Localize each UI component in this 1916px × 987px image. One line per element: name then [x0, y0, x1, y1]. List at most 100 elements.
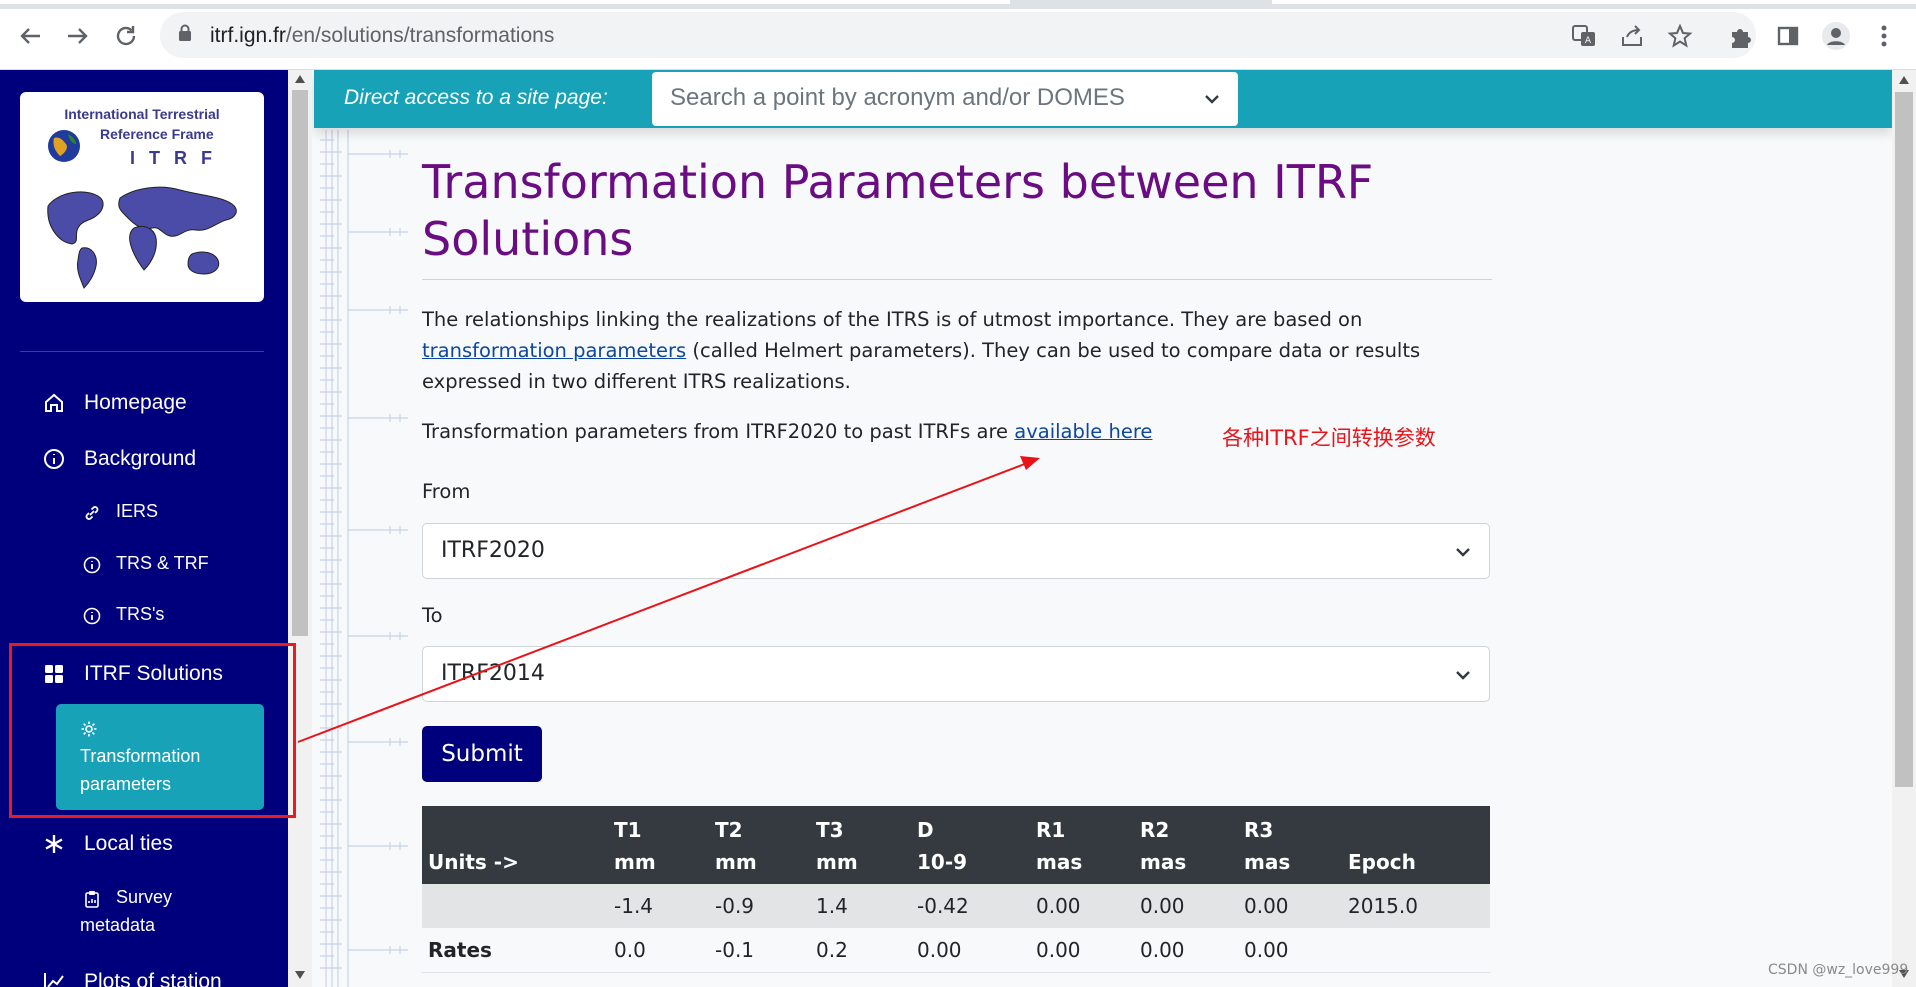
- transformation-parameters-link[interactable]: transformation parameters: [422, 339, 686, 362]
- sidepanel-icon[interactable]: [1772, 20, 1804, 52]
- scroll-up-icon[interactable]: [1899, 76, 1909, 84]
- site-search-select[interactable]: Search a point by acronym and/or DOMES: [652, 72, 1238, 126]
- world-map-icon: [47, 186, 237, 289]
- table-cell: 0.0: [608, 928, 709, 973]
- itrf2020-paragraph: Transformation parameters from ITRF2020 …: [422, 416, 1152, 447]
- col-header-units: Units ->: [422, 806, 608, 884]
- intro-paragraph: The relationships linking the realizatio…: [422, 304, 1492, 397]
- url-path: /en/solutions/transformations: [285, 24, 555, 47]
- scrollbar-thumb[interactable]: [1895, 92, 1913, 787]
- itrf-logo[interactable]: International Terrestrial Reference Fram…: [20, 92, 264, 302]
- table-cell: 1.4: [810, 884, 911, 928]
- url-host: itrf.ign.fr: [210, 24, 286, 47]
- table-header-row: Units -> T1 mm T2 mm T3 mm D 10-9 R1 mas R2 ma…: [422, 806, 1490, 884]
- table-cell: [1342, 928, 1490, 973]
- transformation-table: Units -> T1 mm T2 mm T3 mm D 10-9 R1 mas R2 ma…: [422, 806, 1490, 973]
- chevron-down-icon: [1456, 548, 1470, 557]
- sidebar: International Terrestrial Reference Fram…: [0, 70, 288, 987]
- table-cell: 0.00: [1238, 928, 1342, 973]
- col-header-t3: T3 mm: [810, 806, 911, 884]
- col-header-r3: R3 mas: [1238, 806, 1342, 884]
- from-select-value: ITRF2020: [441, 538, 545, 563]
- table-cell: -0.42: [911, 884, 1030, 928]
- back-icon[interactable]: [14, 20, 46, 52]
- from-select[interactable]: ITRF2020: [422, 523, 1490, 579]
- tab[interactable]: [1010, 0, 1270, 4]
- submit-button[interactable]: Submit: [422, 726, 542, 782]
- svg-text:A: A: [1585, 36, 1592, 46]
- direct-access-label: Direct access to a site page:: [344, 86, 608, 109]
- col-header-r1: R1 mas: [1030, 806, 1134, 884]
- table-row: Rates 0.0 -0.1 0.2 0.00 0.00 0.00 0.00: [422, 928, 1490, 973]
- scroll-up-icon[interactable]: [295, 75, 305, 83]
- translate-icon[interactable]: A: [1571, 23, 1597, 49]
- sidebar-divider: [20, 351, 264, 352]
- asterisk-icon: [42, 832, 66, 856]
- table-cell: 0.00: [1134, 928, 1238, 973]
- sidebar-item-label: Background: [84, 447, 197, 470]
- available-here-link[interactable]: available here: [1014, 420, 1152, 443]
- itrf2020-text: Transformation parameters from ITRF2020 …: [422, 420, 1015, 443]
- info-icon: [80, 553, 104, 577]
- sidebar-item-label: Homepage: [84, 391, 187, 414]
- browser-toolbar: itrf.ign.fr/en/solutions/transformations…: [0, 0, 1916, 70]
- chart-icon: [42, 970, 66, 987]
- intro-text: The relationships linking the realizatio…: [422, 308, 1363, 331]
- page-scrollbar[interactable]: [1892, 70, 1916, 987]
- active-tab[interactable]: [0, 0, 1010, 4]
- to-label: To: [422, 604, 443, 627]
- logo-line1: International Terrestrial: [64, 106, 220, 122]
- logo-line2: Reference Frame: [100, 126, 214, 142]
- col-header-t2: T2 mm: [709, 806, 810, 884]
- col-header-r2: R2 mas: [1134, 806, 1238, 884]
- scroll-down-icon[interactable]: [295, 971, 305, 979]
- site-search-placeholder: Search a point by acronym and/or DOMES: [670, 84, 1125, 111]
- globe-icon: [48, 130, 80, 162]
- forward-icon[interactable]: [62, 20, 94, 52]
- from-label: From: [422, 480, 471, 503]
- sidebar-item-label: TRS & TRF: [116, 553, 209, 573]
- scrollbar-thumb[interactable]: [292, 90, 308, 636]
- table-cell: -1.4: [608, 884, 709, 928]
- site-search-banner: Direct access to a site page: Search a p…: [314, 70, 1892, 128]
- sidebar-item-label: metadata: [80, 915, 156, 935]
- star-icon[interactable]: [1667, 23, 1693, 49]
- sidebar-item-label: Survey: [116, 887, 173, 907]
- menu-icon[interactable]: [1868, 20, 1900, 52]
- tab[interactable]: [1272, 0, 1916, 4]
- col-header-t1: T1 mm: [608, 806, 709, 884]
- sidebar-scrollbar[interactable]: [288, 70, 312, 987]
- info-icon: [80, 604, 104, 628]
- table-cell: 0.00: [1030, 884, 1134, 928]
- table-cell: -0.9: [709, 884, 810, 928]
- table-row: -1.4 -0.9 1.4 -0.42 0.00 0.00 0.00 2015.…: [422, 884, 1490, 928]
- main-content: Direct access to a site page: Search a p…: [312, 70, 1892, 987]
- chevron-down-icon: [1456, 671, 1470, 680]
- reload-icon[interactable]: [110, 20, 142, 52]
- table-cell: 0.00: [1030, 928, 1134, 973]
- to-select[interactable]: ITRF2014: [422, 646, 1490, 702]
- col-header-d: D 10-9: [911, 806, 1030, 884]
- table-cell: 0.00: [1134, 884, 1238, 928]
- extensions-icon[interactable]: [1724, 20, 1756, 52]
- address-bar[interactable]: itrf.ign.fr/en/solutions/transformations…: [160, 12, 1756, 58]
- table-cell: 2015.0: [1342, 884, 1490, 928]
- lock-icon[interactable]: [178, 24, 192, 42]
- sidebar-item-label: IERS: [116, 501, 159, 521]
- url-text[interactable]: itrf.ign.fr/en/solutions/transformations: [210, 24, 554, 48]
- profile-icon[interactable]: [1820, 20, 1852, 52]
- watermark: CSDN @wz_love999: [1768, 962, 1909, 978]
- info-icon: [42, 447, 66, 471]
- chevron-down-icon: [1205, 95, 1219, 104]
- logo-line3: ITRF: [130, 148, 226, 168]
- table-cell: 0.00: [1238, 884, 1342, 928]
- sidebar-item-label: TRS's: [116, 604, 165, 624]
- ruler-decoration: [320, 130, 408, 987]
- home-icon: [42, 391, 66, 415]
- table-cell: 0.00: [911, 928, 1030, 973]
- share-icon[interactable]: [1619, 23, 1645, 49]
- annotation-text: 各种ITRF之间转换参数: [1222, 426, 1436, 450]
- sidebar-item-label: Local ties: [84, 832, 173, 855]
- col-header-epoch: Epoch: [1342, 806, 1490, 884]
- table-cell: -0.1: [709, 928, 810, 973]
